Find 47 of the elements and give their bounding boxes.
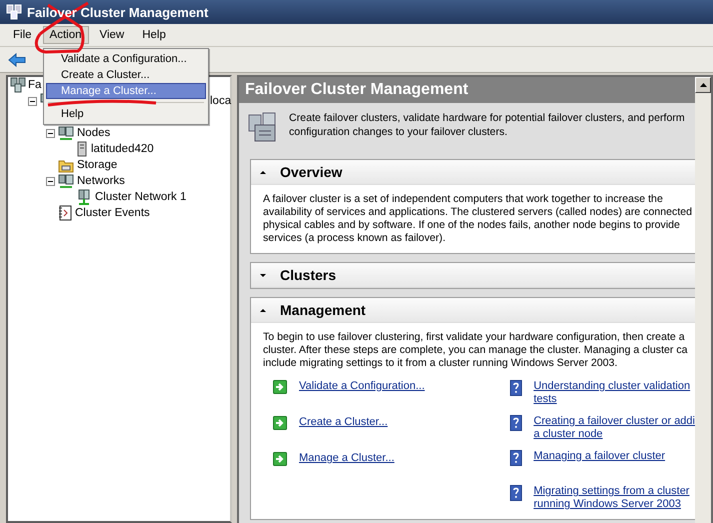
server-group-icon — [58, 125, 74, 141]
tree-item[interactable]: Storage — [77, 159, 118, 171]
menu-item[interactable]: Help — [135, 26, 173, 44]
menu-item[interactable]: View — [92, 26, 132, 44]
link[interactable]: Create a Cluster... — [299, 416, 388, 429]
help-icon — [510, 485, 522, 501]
paragraph: A failover cluster is a set of independent computers that work together to increase the availability of services and applications. The clustered servers (called nodes) are connected physical cables and by software. If one of the nodes fails, another node begins to provide services (a process known as failover). — [263, 193, 694, 245]
collapse-icon[interactable] — [46, 128, 55, 138]
tree-item[interactable]: Networks — [77, 175, 125, 187]
help-icon — [510, 380, 522, 396]
server-group-icon — [58, 173, 74, 189]
menu-item[interactable]: Help — [46, 106, 206, 122]
circle-mark — [34, 28, 84, 54]
paragraph: To begin to use failover clustering, first validate your hardware configuration, then create a cluster. After these steps are complete, you can manage the cluster. Managing a cluster ca include migrating settings to it from a cluster running Windows Server 2003. — [263, 331, 689, 370]
scrollbar[interactable] — [695, 77, 711, 523]
scroll-up-icon — [700, 83, 706, 87]
tree-item[interactable]: loca — [210, 95, 232, 107]
server-group-icon — [6, 4, 22, 20]
help-icon — [510, 415, 522, 431]
collapse-icon[interactable] — [28, 96, 37, 106]
menu-item[interactable]: Manage a Cluster... — [46, 83, 206, 99]
menu-item[interactable]: File — [6, 26, 39, 44]
link[interactable]: Migrating settings from a cluster running Windows Server 2003 — [534, 485, 690, 511]
section-header[interactable]: Management — [251, 298, 695, 323]
tree-item[interactable]: Cluster Network 1 — [95, 191, 186, 203]
section-header[interactable]: Clusters — [251, 263, 695, 288]
link[interactable]: Manage a Cluster... — [299, 452, 394, 465]
link[interactable]: Understanding cluster validation tests — [534, 380, 690, 406]
tree-item[interactable]: Cluster Events — [75, 207, 150, 219]
link[interactable]: Creating a failover cluster or addi a cluster node — [534, 415, 695, 441]
tree-item[interactable]: latituded420 — [91, 143, 154, 155]
menu-item[interactable]: Create a Cluster... — [46, 67, 206, 83]
help-icon — [510, 450, 522, 466]
description-text: Create failover clusters, validate hardware for potential failover clusters, and perform configuration changes to your failover clusters. — [289, 111, 685, 140]
pane-header: Failover Cluster Management — [239, 77, 695, 103]
link[interactable]: Validate a Configuration... — [299, 380, 425, 393]
collapse-icon[interactable] — [46, 176, 55, 186]
server-group-icon — [10, 77, 26, 93]
menu-item[interactable]: Validate a Configuration... — [46, 51, 206, 67]
network-icon — [76, 189, 92, 205]
tree-item[interactable]: Nodes — [77, 127, 110, 139]
section-header[interactable]: Overview — [251, 160, 695, 185]
tree-item[interactable]: Fa — [28, 79, 42, 91]
server-icon — [76, 141, 88, 157]
notebook-icon — [58, 205, 72, 221]
link[interactable]: Managing a failover cluster — [534, 450, 666, 463]
back-arrow-icon[interactable] — [8, 52, 26, 66]
